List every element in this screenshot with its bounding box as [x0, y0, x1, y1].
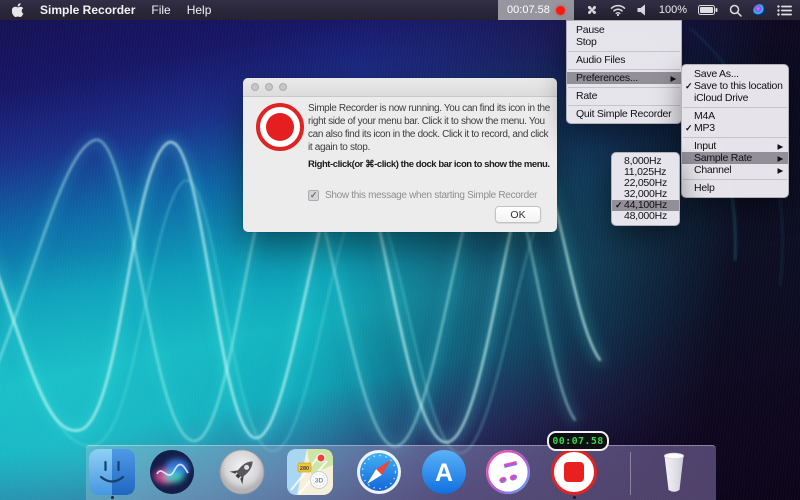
- menubar-timer: 00:07.58: [507, 4, 550, 16]
- menu-item-audio-files[interactable]: Audio Files: [567, 54, 681, 66]
- recorder-status-item[interactable]: 00:07.58: [498, 0, 574, 20]
- menu-item-save-as[interactable]: Save As...: [682, 68, 788, 80]
- ok-button[interactable]: OK: [495, 206, 541, 223]
- wifi-icon[interactable]: [610, 4, 626, 16]
- menu-bar: Simple Recorder File Help 00:07.58 100%: [0, 0, 800, 20]
- menu-item-mp3[interactable]: ✓MP3: [682, 122, 788, 134]
- dock-simple-recorder-icon[interactable]: [551, 449, 597, 495]
- menu-separator: [568, 87, 680, 88]
- menu-separator: [683, 137, 787, 138]
- check-icon: ✓: [685, 122, 692, 134]
- preferences-submenu: Save As... ✓Save to this location iCloud…: [681, 64, 789, 198]
- menubar-app-name[interactable]: Simple Recorder: [40, 3, 135, 17]
- dock-trash-icon[interactable]: [651, 449, 697, 495]
- menu-item-pause[interactable]: Pause: [567, 24, 681, 36]
- submenu-arrow-icon: ▶: [670, 73, 676, 85]
- dock: 2803D A 00:07.58: [86, 445, 716, 500]
- maps-route-sign: 280: [300, 466, 309, 472]
- check-icon: ✓: [685, 80, 692, 92]
- submenu-arrow-icon: ▶: [777, 165, 783, 177]
- dock-finder-icon[interactable]: [89, 449, 135, 495]
- app-store-letter: A: [435, 459, 453, 487]
- fan-icon[interactable]: [585, 3, 599, 17]
- record-circle: [266, 113, 294, 141]
- dialog-bold-message: Right-click(or ⌘-click) the dock bar ico…: [308, 159, 552, 171]
- menu-separator: [683, 107, 787, 108]
- dock-maps-icon[interactable]: 280 3D: [287, 449, 333, 495]
- dock-itunes-icon[interactable]: [485, 449, 531, 495]
- record-square: [564, 462, 584, 482]
- notification-center-icon[interactable]: [777, 5, 792, 16]
- show-message-checkbox[interactable]: ✓: [308, 190, 319, 201]
- apple-menu-icon[interactable]: [12, 3, 24, 17]
- siri-icon[interactable]: [753, 4, 766, 17]
- menu-separator: [568, 105, 680, 106]
- menu-item-m4a[interactable]: M4A: [682, 110, 788, 122]
- desktop: Simple Recorder File Help 00:07.58 100%: [0, 0, 800, 500]
- menu-separator: [568, 51, 680, 52]
- menu-item-input[interactable]: Input▶: [682, 140, 788, 152]
- dock-timer-badge: 00:07.58: [547, 431, 609, 451]
- dock-divider: [630, 452, 631, 495]
- dialog-titlebar[interactable]: [243, 78, 557, 97]
- startup-dialog: Simple Recorder is now running. You can …: [243, 78, 557, 232]
- menu-item-rate[interactable]: Rate: [567, 90, 681, 102]
- check-icon: ✓: [615, 200, 622, 211]
- menu-item-channel[interactable]: Channel▶: [682, 164, 788, 176]
- menubar-menu-file[interactable]: File: [151, 3, 170, 17]
- battery-icon[interactable]: [698, 5, 718, 15]
- close-button[interactable]: [251, 83, 259, 91]
- checkbox-label: Show this message when starting Simple R…: [325, 190, 537, 201]
- menu-item-stop[interactable]: Stop: [567, 36, 681, 48]
- menu-item-quit[interactable]: Quit Simple Recorder: [567, 108, 681, 120]
- dock-safari-icon[interactable]: [356, 449, 402, 495]
- menu-item-sample-rate[interactable]: Sample Rate▶: [682, 152, 788, 164]
- menu-separator: [683, 179, 787, 180]
- menu-item-48000hz[interactable]: 48,000Hz: [612, 211, 679, 222]
- dialog-message: Simple Recorder is now running. You can …: [308, 102, 550, 154]
- menu-item-icloud-drive[interactable]: iCloud Drive: [682, 92, 788, 104]
- menubar-menu-help[interactable]: Help: [187, 3, 212, 17]
- battery-percent: 100%: [659, 4, 687, 16]
- spotlight-search-icon[interactable]: [729, 4, 742, 17]
- volume-icon[interactable]: [637, 4, 648, 16]
- app-record-icon: [256, 103, 304, 151]
- menu-separator: [568, 69, 680, 70]
- maps-3d-label: 3D: [315, 478, 324, 485]
- recorder-running-indicator: [573, 496, 576, 499]
- record-dot-icon: [556, 6, 565, 15]
- recorder-menu: Pause Stop Audio Files Preferences...▶ R…: [566, 20, 682, 124]
- menu-item-help[interactable]: Help: [682, 182, 788, 194]
- minimize-button[interactable]: [265, 83, 273, 91]
- sample-rate-submenu: 8,000Hz 11,025Hz 22,050Hz 32,000Hz ✓44,1…: [611, 152, 680, 226]
- dock-launchpad-icon[interactable]: [219, 449, 265, 495]
- zoom-button[interactable]: [279, 83, 287, 91]
- dock-siri-icon[interactable]: [149, 449, 195, 495]
- finder-running-indicator: [111, 496, 114, 499]
- menu-item-save-to-location[interactable]: ✓Save to this location: [682, 80, 788, 92]
- dock-app-store-icon[interactable]: A: [421, 449, 467, 495]
- menu-item-preferences[interactable]: Preferences...▶: [567, 72, 681, 84]
